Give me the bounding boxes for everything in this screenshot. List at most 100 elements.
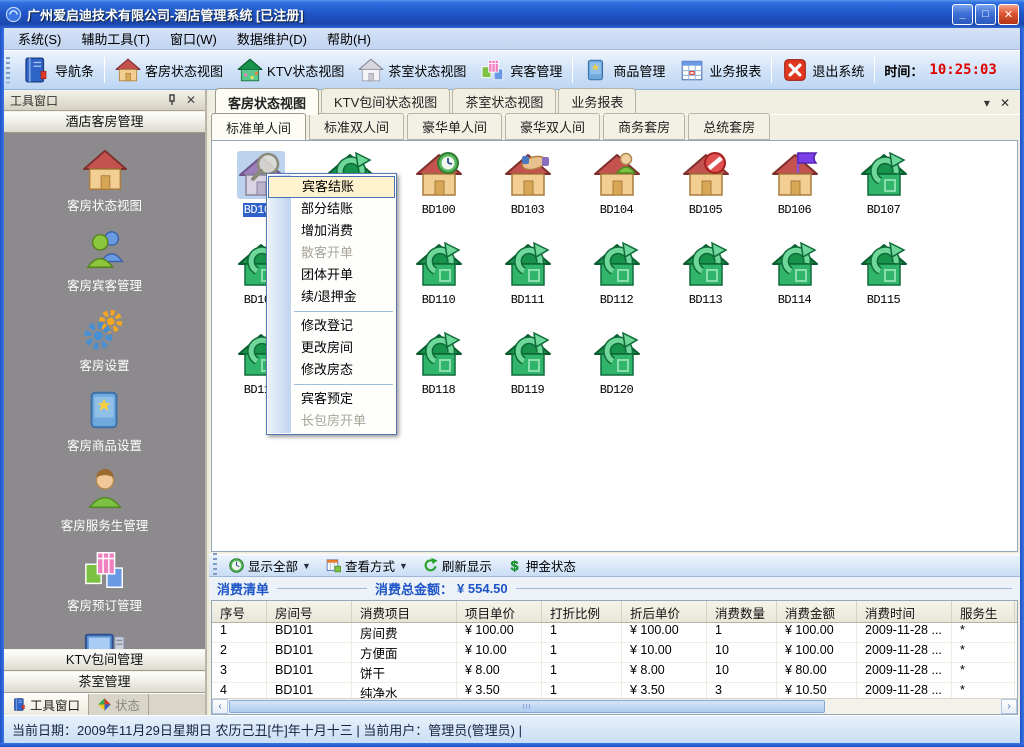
table-row[interactable]: 3BD101饼干¥ 8.001¥ 8.0010¥ 80.002009-11-28… xyxy=(212,663,1017,683)
room-BD105[interactable]: BD105 xyxy=(661,151,750,241)
table-cell: * xyxy=(952,643,1015,662)
view-tab-业务报表[interactable]: 业务报表 xyxy=(558,88,636,114)
column-header-折后单价[interactable]: 折后单价 xyxy=(622,601,707,622)
sidebar-group-hotel-rooms[interactable]: 酒店客房管理 xyxy=(4,111,205,133)
sidebar-group-KTV包间管理[interactable]: KTV包间管理 xyxy=(4,649,205,671)
menu-item-4[interactable]: 帮助(H) xyxy=(317,27,381,50)
room-type-tab-豪华双人间[interactable]: 豪华双人间 xyxy=(505,113,600,140)
context-menu-item-宾客结账[interactable]: 宾客结账 xyxy=(268,176,395,198)
table-row[interactable]: 4BD101纯净水¥ 3.501¥ 3.503¥ 10.502009-11-28… xyxy=(212,683,1017,698)
room-type-tab-标准双人间[interactable]: 标准双人间 xyxy=(309,113,404,140)
sidebar-item-客房宾客管理[interactable]: 客房宾客管理 xyxy=(4,227,205,294)
context-menu-item-更改房间[interactable]: 更改房间 xyxy=(267,337,396,359)
footer-button-刷新显示[interactable]: 刷新显示 xyxy=(415,556,499,575)
room-house-icon-vacant xyxy=(860,241,908,289)
view-tab-KTV包间状态视图[interactable]: KTV包间状态视图 xyxy=(321,88,450,114)
room-BD119[interactable]: BD119 xyxy=(483,331,572,421)
room-BD103[interactable]: BD103 xyxy=(483,151,572,241)
sidebar-item-客房设置[interactable]: 客房设置 xyxy=(4,307,205,374)
context-menu-item-团体开单[interactable]: 团体开单 xyxy=(267,264,396,286)
room-type-tab-豪华单人间[interactable]: 豪华单人间 xyxy=(407,113,502,140)
toolbar-button-茶室状态视图[interactable]: 茶室状态视图 xyxy=(351,55,473,85)
room-type-tab-总统套房[interactable]: 总统套房 xyxy=(688,113,770,140)
scroll-right-icon[interactable]: › xyxy=(1001,699,1017,714)
sidebar-tab-工具窗口[interactable]: 工具窗口 xyxy=(4,694,89,715)
sidebar-group-茶室管理[interactable]: 茶室管理 xyxy=(4,671,205,693)
scroll-left-icon[interactable]: ‹ xyxy=(212,699,228,714)
sidebar-item-客房商品设置[interactable]: 客房商品设置 xyxy=(4,387,205,454)
context-menu-item-增加消费[interactable]: 增加消费 xyxy=(267,220,396,242)
column-header-服务生[interactable]: 服务生 xyxy=(952,601,1015,622)
menu-item-0[interactable]: 系统(S) xyxy=(8,27,71,50)
column-header-序号[interactable]: 序号 xyxy=(212,601,267,622)
gears-icon xyxy=(82,307,128,353)
sidebar-item-客房预订管理[interactable]: 客房预订管理 xyxy=(4,547,205,614)
context-menu-item-修改房态[interactable]: 修改房态 xyxy=(267,359,396,381)
sidebar-item-客房其他款项登记[interactable]: 客房其他款项登记 xyxy=(4,627,205,649)
scrollbar-thumb[interactable] xyxy=(229,700,825,713)
sidebar-tab-状态[interactable]: 状态 xyxy=(89,694,149,715)
room-BD118[interactable]: BD118 xyxy=(394,331,483,421)
pin-icon[interactable] xyxy=(167,94,183,106)
toolbar-button-退出系统[interactable]: 退出系统 xyxy=(775,55,871,85)
toolbar-button-KTV状态视图[interactable]: KTV状态视图 xyxy=(230,55,351,85)
toolbar-button-客房状态视图[interactable]: 客房状态视图 xyxy=(108,55,230,85)
column-header-打折比例[interactable]: 打折比例 xyxy=(542,601,622,622)
room-BD104[interactable]: BD104 xyxy=(572,151,661,241)
column-header-消费数量[interactable]: 消费数量 xyxy=(707,601,777,622)
toolbar-button-商品管理[interactable]: 商品管理 xyxy=(576,55,672,85)
context-menu-item-部分结账[interactable]: 部分结账 xyxy=(267,198,396,220)
sidebar-item-客房服务生管理[interactable]: 客房服务生管理 xyxy=(4,467,205,534)
close-button[interactable]: ✕ xyxy=(998,4,1019,25)
close-icon[interactable]: ✕ xyxy=(1000,96,1010,110)
column-header-消费项目[interactable]: 消费项目 xyxy=(352,601,457,622)
column-header-项目单价[interactable]: 项目单价 xyxy=(457,601,542,622)
consumption-header: 消费清单 消费总金额： ¥ 554.50 xyxy=(209,577,1020,600)
view-tab-茶室状态视图[interactable]: 茶室状态视图 xyxy=(452,88,556,114)
footer-button-查看方式[interactable]: 查看方式▼ xyxy=(318,556,415,575)
context-menu-item-宾客预定[interactable]: 宾客预定 xyxy=(267,388,396,410)
view-tab-controls: ▾✕ xyxy=(984,96,1020,114)
maximize-button[interactable]: □ xyxy=(975,4,996,25)
room-BD114[interactable]: BD114 xyxy=(750,241,839,331)
room-BD106[interactable]: BD106 xyxy=(750,151,839,241)
table-row[interactable]: 1BD101房间费¥ 100.001¥ 100.001¥ 100.002009-… xyxy=(212,623,1017,643)
table-horizontal-scrollbar[interactable]: ‹ › xyxy=(212,698,1017,714)
consumption-title: 消费清单 xyxy=(217,579,269,598)
room-BD111[interactable]: BD111 xyxy=(483,241,572,331)
view-tab-客房状态视图[interactable]: 客房状态视图 xyxy=(215,88,319,115)
room-BD110[interactable]: BD110 xyxy=(394,241,483,331)
menu-item-3[interactable]: 数据维护(D) xyxy=(227,27,317,50)
column-header-消费时间[interactable]: 消费时间 xyxy=(857,601,952,622)
context-menu-item-修改登记[interactable]: 修改登记 xyxy=(267,315,396,337)
toolbar-button-导航条[interactable]: 导航条 xyxy=(14,53,101,87)
title-bar: 广州爱启迪技术有限公司-酒店管理系统 [已注册] _ □ ✕ xyxy=(0,0,1024,28)
close-icon[interactable]: ✕ xyxy=(183,93,199,107)
chevron-down-icon[interactable]: ▾ xyxy=(984,96,990,110)
room-BD107[interactable]: BD107 xyxy=(839,151,928,241)
room-type-tab-商务套房[interactable]: 商务套房 xyxy=(603,113,685,140)
menu-item-1[interactable]: 辅助工具(T) xyxy=(71,27,160,50)
minimize-button[interactable]: _ xyxy=(952,4,973,25)
menu-item-2[interactable]: 窗口(W) xyxy=(160,27,227,50)
footer-button-显示全部[interactable]: 显示全部▼ xyxy=(221,556,318,575)
sidebar-item-客房状态视图[interactable]: 客房状态视图 xyxy=(4,147,205,214)
room-BD112[interactable]: BD112 xyxy=(572,241,661,331)
room-BD113[interactable]: BD113 xyxy=(661,241,750,331)
toolbar-button-业务报表[interactable]: 业务报表 xyxy=(672,55,768,85)
toolbar-button-label: 商品管理 xyxy=(613,61,665,80)
column-header-消费金额[interactable]: 消费金额 xyxy=(777,601,857,622)
footer-button-押金状态[interactable]: $押金状态 xyxy=(499,556,583,575)
green-house-icon xyxy=(237,57,263,83)
room-house-icon-vacant xyxy=(504,331,552,379)
room-type-tab-标准单人间[interactable]: 标准单人间 xyxy=(211,113,306,141)
toolbar-button-宾客管理[interactable]: 宾客管理 xyxy=(473,55,569,85)
context-menu-item-续/退押金[interactable]: 续/退押金 xyxy=(267,286,396,308)
chevron-down-icon: ▼ xyxy=(399,561,408,571)
column-header-房间号[interactable]: 房间号 xyxy=(267,601,352,622)
table-row[interactable]: 2BD101方便面¥ 10.001¥ 10.0010¥ 100.002009-1… xyxy=(212,643,1017,663)
footer-button-label: 显示全部 xyxy=(248,556,298,575)
room-BD100[interactable]: BD100 xyxy=(394,151,483,241)
room-BD120[interactable]: BD120 xyxy=(572,331,661,421)
room-BD115[interactable]: BD115 xyxy=(839,241,928,331)
